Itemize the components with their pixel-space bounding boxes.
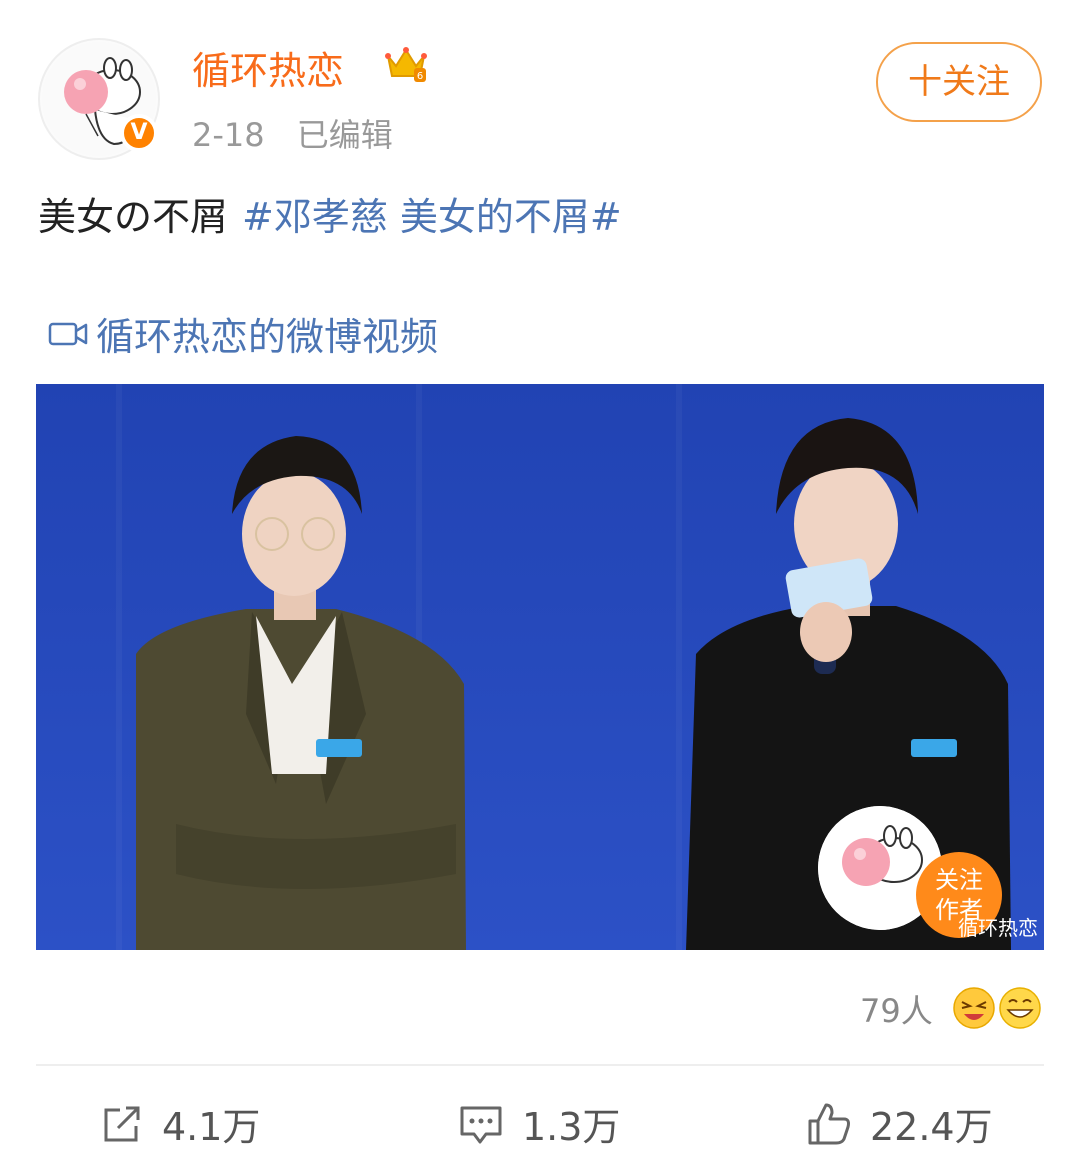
laughing-emoji-icon: [952, 986, 996, 1030]
video-link[interactable]: 循环热恋的微博视频: [48, 306, 438, 361]
grinning-emoji-icon: [998, 986, 1042, 1030]
comment-icon: [460, 1106, 502, 1143]
repost-count: 4.1万: [162, 1105, 261, 1149]
follow-author-line1: 关注: [935, 866, 983, 894]
post-text: 美女の不屑 #邓孝慈 美女的不屑#: [38, 186, 622, 241]
repost-button[interactable]: 4.1万: [100, 1096, 260, 1151]
username[interactable]: 循环热恋: [192, 40, 344, 95]
video-link-label: 循环热恋的微博视频: [96, 315, 439, 359]
comment-count: 1.3万: [522, 1105, 621, 1149]
crown-icon: 6: [384, 42, 428, 86]
verified-badge: V: [120, 114, 158, 152]
follow-button[interactable]: 十关注: [876, 42, 1042, 122]
repost-icon: [104, 1106, 140, 1141]
edited-label: 已编辑: [296, 116, 393, 154]
viewer-count: 79人: [860, 992, 933, 1030]
post-body: 美女の不屑: [38, 195, 229, 239]
post-date: 2-18: [192, 116, 265, 154]
video-camera-icon: [48, 322, 88, 345]
like-count: 22.4万: [870, 1105, 993, 1149]
video-watermark: 循环热恋: [958, 916, 1038, 940]
like-icon: [808, 1103, 850, 1144]
comment-button[interactable]: 1.3万: [458, 1096, 620, 1151]
svg-text:6: 6: [417, 71, 423, 82]
like-button[interactable]: 22.4万: [806, 1096, 993, 1151]
post-meta: 2-18 已编辑: [192, 110, 415, 156]
hashtag-link[interactable]: #邓孝慈 美女的不屑#: [242, 195, 622, 239]
divider: [36, 1064, 1044, 1066]
